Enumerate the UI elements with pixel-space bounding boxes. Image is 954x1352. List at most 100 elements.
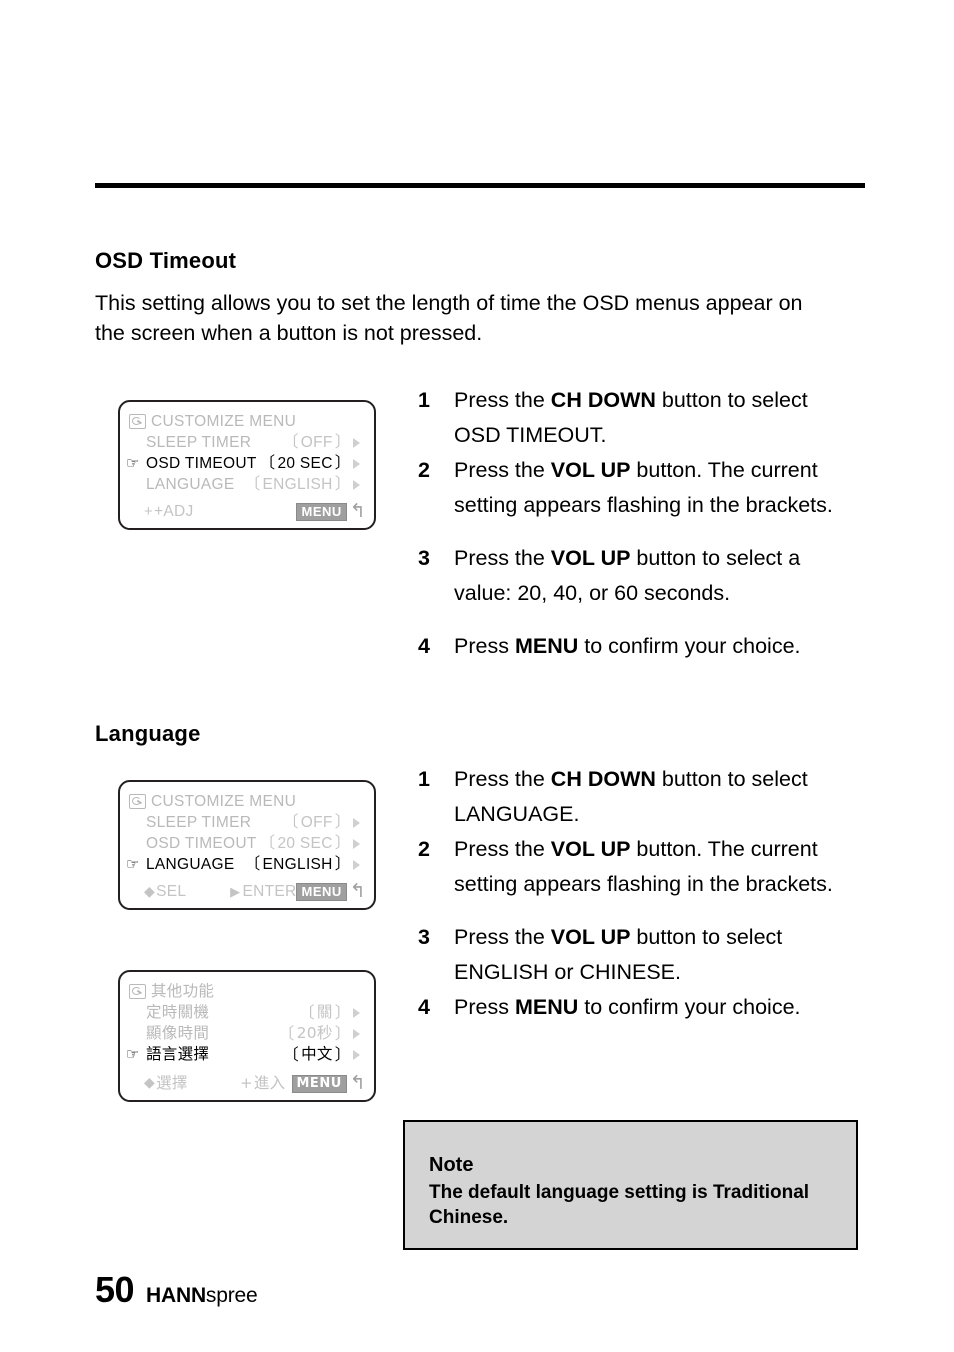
osd-hint-middle-label: 進入 [253,1074,286,1092]
osd-hint-middle-label: ENTER [242,883,297,900]
menu-chip: MENU [296,882,347,901]
step-item: 1 Press the CH DOWN button to select OSD… [418,383,858,453]
osd-row-value: 〔 20 SEC 〕 [259,833,360,854]
osd-row-label: 語言選擇 [146,1045,210,1063]
osd-title-row: 其他功能 [126,981,364,1002]
osd-value-text: 20 SEC [277,835,333,852]
osd-title-row: CUSTOMIZE MENU [126,791,364,812]
osd-hint-bar: ◆ 選擇 + 進入 MENU ↰ [120,1073,374,1094]
step-text: Press the VOL UP button to select ENGLIS… [454,925,783,984]
bracket-open: 〔 [244,856,261,873]
osd-screen-language-english: CUSTOMIZE MENU ☞ SLEEP TIMER 〔 OFF 〕 ☞ O… [118,780,376,910]
pointer-hand-icon: ☞ [126,1023,146,1044]
step-text: Press the CH DOWN button to select OSD T… [454,388,808,447]
chevron-right-icon [353,1007,360,1018]
customize-wrench-icon [129,414,146,429]
osd-row-label: 顯像時間 [146,1024,210,1042]
chevron-right-icon [353,479,360,490]
osd-row-value: 〔 中文 〕 [283,1044,360,1065]
step-text: Press the CH DOWN button to select LANGU… [454,767,808,826]
return-arrow-icon: ↰ [349,881,366,902]
osd-row-language: ☞ LANGUAGE 〔 ENGLISH 〕 [126,474,364,495]
up-down-icon: ◆ [144,1075,156,1091]
up-down-icon: ◆ [144,883,156,899]
logo-bold-part: HANN [146,1284,206,1307]
osd-hint-menu: MENU ↰ [296,882,366,901]
osd-row-value: 〔 20 SEC 〕 [259,453,360,474]
chevron-right-icon [353,838,360,849]
page-footer: 50 HANNspree [95,1269,258,1310]
chevron-right-icon [353,1049,360,1060]
play-right-icon: ▶ [230,884,241,899]
osd-value-text: ENGLISH [262,476,333,493]
osd-value-text: OFF [300,434,333,451]
step-item: 2 Press the VOL UP button. The current s… [418,453,858,523]
osd-timeout-steps: 1 Press the CH DOWN button to select OSD… [418,383,858,664]
return-arrow-icon: ↰ [349,501,366,522]
bracket-open: 〔 [282,814,299,831]
osd-value-text: 關 [316,1003,333,1021]
bracket-close: 〕 [334,814,351,831]
osd-row-value: 〔 OFF 〕 [282,432,360,453]
step-item: 4 Press MENU to confirm your choice. [418,990,858,1025]
osd-row-value: 〔 20秒 〕 [278,1023,360,1044]
header-rule [95,183,865,188]
osd-hint-bar: ◆ SEL ▶ ENTER MENU ↰ [120,881,374,902]
menu-chip: MENU [291,1074,347,1093]
step-item: 4 Press MENU to confirm your choice. [418,629,858,664]
chevron-right-icon [353,1028,360,1039]
note-callout: Note The default language setting is Tra… [403,1120,858,1250]
page-title-osd-timeout: OSD Timeout [95,248,237,273]
bracket-close: 〕 [334,1003,351,1022]
pointer-hand-icon: ☞ [126,474,146,495]
bracket-open: 〔 [244,476,261,493]
osd-value-text: ENGLISH [262,856,333,873]
osd-hint-menu: MENU ↰ [296,502,366,521]
osd-menu-title: 其他功能 [151,982,215,1000]
chevron-right-icon [353,817,360,828]
osd-row-label: LANGUAGE [146,856,235,873]
language-steps: 1 Press the CH DOWN button to select LAN… [418,762,858,1025]
plus-icon: + [144,503,154,520]
bracket-open: 〔 [282,1045,300,1064]
osd-hint-adjust: + +ADJ [144,501,240,522]
osd-menu-title: CUSTOMIZE MENU [151,793,297,810]
osd-timeout-description: This setting allows you to set the lengt… [95,291,803,345]
pointer-hand-icon: ☞ [126,812,146,833]
bracket-close: 〕 [334,835,351,852]
bracket-close: 〕 [334,455,351,472]
osd-hint-enter: + 進入 [240,1073,292,1094]
plus-icon: + [240,1074,253,1092]
pointer-hand-icon: ☞ [126,1002,146,1023]
osd-row-value: 〔 ENGLISH 〕 [244,854,360,875]
osd-title-row: CUSTOMIZE MENU [126,411,364,432]
osd-row-label: OSD TIMEOUT [146,835,257,852]
step-item: 1 Press the CH DOWN button to select LAN… [418,762,858,832]
step-number: 2 [418,458,430,482]
step-text: Press the VOL UP button to select a valu… [454,546,801,605]
osd-hint-select: ◆ SEL [144,881,230,902]
osd-row-label: 定時關機 [146,1003,210,1021]
step-number: 1 [418,767,430,791]
osd-hint-bar: + +ADJ MENU ↰ [120,501,374,522]
manual-page: OSD Timeout This setting allows you to s… [0,0,954,1352]
page-number: 50 [95,1269,135,1310]
osd-row-label: SLEEP TIMER [146,434,252,451]
osd-hint-left-label: 選擇 [156,1074,188,1092]
chevron-right-icon [353,859,360,870]
bracket-open: 〔 [259,835,276,852]
osd-row-osd-timeout: ☞ 顯像時間 〔 20秒 〕 [126,1023,364,1044]
note-title: Note [429,1154,474,1176]
osd-value-text: OFF [300,814,333,831]
osd-row-sleep-timer: ☞ SLEEP TIMER 〔 OFF 〕 [126,812,364,833]
osd-screen-language-chinese: 其他功能 ☞ 定時關機 〔 關 〕 ☞ 顯像時間 〔 20秒 〕 [118,970,376,1102]
customize-wrench-icon [129,984,146,999]
note-body: The default language setting is Traditio… [429,1182,810,1228]
osd-row-language: ☞ 語言選擇 〔 中文 〕 [126,1044,364,1065]
step-number: 3 [418,925,430,949]
osd-row-value: 〔 關 〕 [299,1002,360,1023]
logo-light-part: spree [205,1284,258,1307]
pointer-hand-icon: ☞ [126,432,146,453]
pointer-hand-icon: ☞ [126,455,140,472]
page-title-language: Language [95,721,201,746]
